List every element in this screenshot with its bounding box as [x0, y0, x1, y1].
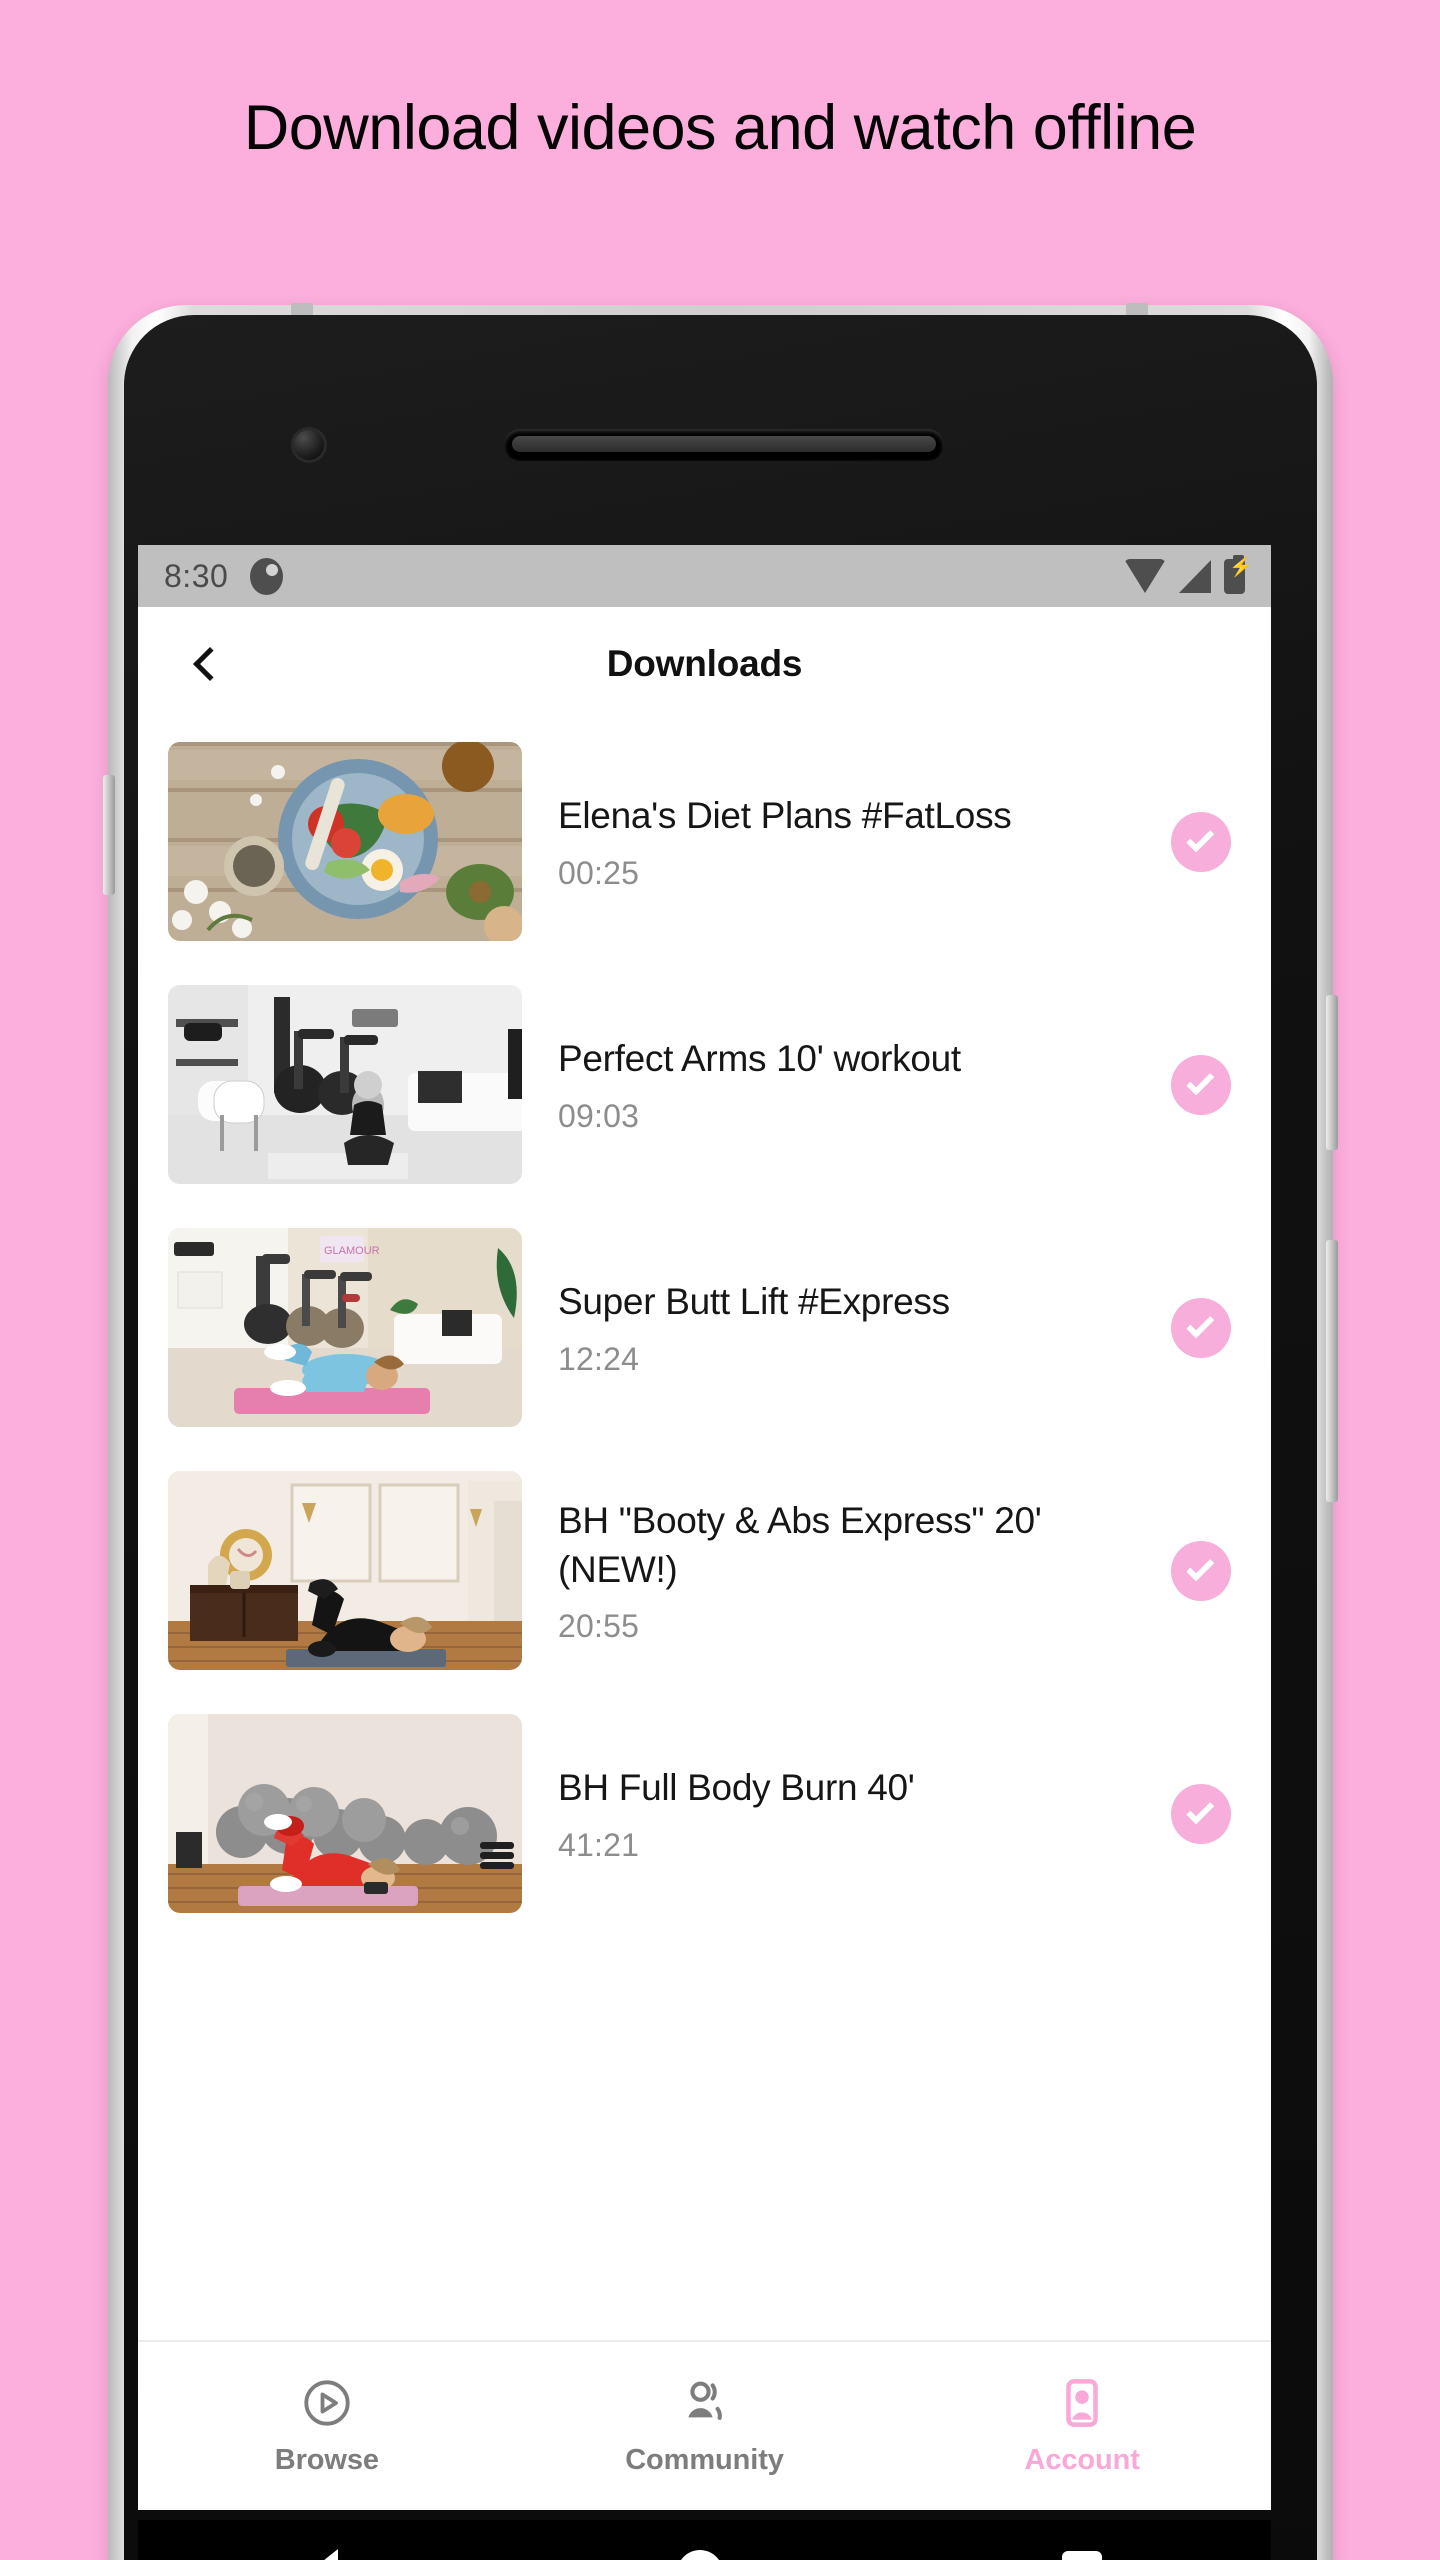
list-item-duration: 00:25	[558, 854, 640, 891]
screen-title: Downloads	[606, 642, 803, 684]
earpiece-speaker	[504, 429, 944, 461]
downloads-list: Elena's Diet Plans #FatLoss 00:25 Perfec…	[138, 720, 1271, 1935]
list-item-title: BH Full Body Burn 40'	[558, 1767, 915, 1809]
list-item-title: Super Butt Lift #Express	[558, 1281, 950, 1323]
list-item-title: Perfect Arms 10' workout	[558, 1038, 961, 1080]
check-circle-icon[interactable]	[1171, 811, 1231, 872]
status-bar-clock: 8:30	[164, 557, 229, 594]
list-item-duration: 20:55	[558, 1608, 640, 1645]
account-card-icon	[1066, 2378, 1098, 2427]
tab-community[interactable]: Community	[516, 2342, 894, 2510]
people-icon	[687, 2381, 722, 2420]
tab-label: Browse	[274, 2443, 379, 2476]
healthy-food-bowl-thumbnail[interactable]	[168, 742, 522, 941]
list-item-title: BH "Booty & Abs Express" 20' (NEW!)	[558, 1499, 1042, 1590]
tab-label: Community	[625, 2443, 784, 2476]
play-circle-icon	[304, 2379, 350, 2426]
list-item[interactable]: BH "Booty & Abs Express" 20' (NEW!) 20:5…	[138, 1449, 1271, 1692]
check-circle-icon[interactable]	[1171, 1783, 1231, 1844]
list-item[interactable]: Elena's Diet Plans #FatLoss 00:25	[138, 720, 1271, 963]
app-header: Downloads	[138, 607, 1271, 720]
phone-left-button[interactable]	[103, 775, 115, 895]
phone-volume-button[interactable]	[1326, 995, 1338, 1150]
list-item-meta: Perfect Arms 10' workout 09:03	[522, 1034, 1149, 1134]
list-item-meta: BH "Booty & Abs Express" 20' (NEW!) 20:5…	[522, 1496, 1149, 1645]
list-item[interactable]: BH Full Body Burn 40' 41:21	[138, 1692, 1271, 1935]
list-item-duration: 41:21	[558, 1826, 640, 1863]
battery-charging-icon	[1224, 554, 1253, 594]
phone-power-button[interactable]	[1326, 1240, 1338, 1502]
cellular-signal-icon	[1179, 559, 1211, 593]
list-item-duration: 12:24	[558, 1340, 640, 1377]
front-camera-icon	[291, 427, 327, 463]
android-nav-bar	[138, 2520, 1271, 2560]
phone-mockup: 8:30 Downloads	[103, 303, 1338, 2560]
back-button[interactable]	[168, 626, 244, 702]
phone-screen: 8:30 Downloads	[138, 545, 1271, 2510]
page-title: Download videos and watch offline	[243, 93, 1197, 163]
bottom-tab-bar: Browse Community Account	[138, 2340, 1271, 2510]
list-item-meta: Super Butt Lift #Express 12:24	[522, 1277, 1149, 1377]
gym-pink-mat-thumbnail[interactable]: GLAMOUR	[168, 1228, 522, 1427]
tab-label: Account	[1024, 2443, 1140, 2476]
triangle-back-icon[interactable]	[307, 2548, 338, 2560]
check-circle-icon[interactable]	[1171, 1297, 1231, 1358]
status-bar-indicators	[1124, 554, 1253, 594]
circle-home-icon[interactable]	[676, 2549, 723, 2560]
svg-text:GLAMOUR: GLAMOUR	[324, 1245, 380, 1257]
exercise-balls-thumbnail[interactable]	[168, 1714, 522, 1913]
app-notification-icon	[250, 557, 284, 595]
chevron-left-icon	[192, 646, 227, 681]
list-item[interactable]: Perfect Arms 10' workout 09:03	[138, 963, 1271, 1206]
square-recents-icon[interactable]	[1061, 2550, 1102, 2560]
check-circle-icon[interactable]	[1171, 1054, 1231, 1115]
status-bar: 8:30	[138, 545, 1271, 607]
tab-account[interactable]: Account	[893, 2342, 1271, 2510]
list-item-duration: 09:03	[558, 1097, 640, 1134]
tab-browse[interactable]: Browse	[138, 2342, 516, 2510]
list-item-title: Elena's Diet Plans #FatLoss	[558, 795, 1012, 837]
wifi-icon	[1124, 559, 1166, 593]
list-item-meta: Elena's Diet Plans #FatLoss 00:25	[522, 791, 1149, 891]
gym-bw-thumbnail[interactable]	[168, 985, 522, 1184]
living-room-workout-thumbnail[interactable]	[168, 1471, 522, 1670]
list-item[interactable]: GLAMOUR Super Butt Lift #Express 12:24	[138, 1206, 1271, 1449]
check-circle-icon[interactable]	[1171, 1540, 1231, 1601]
list-item-meta: BH Full Body Burn 40' 41:21	[522, 1763, 1149, 1863]
